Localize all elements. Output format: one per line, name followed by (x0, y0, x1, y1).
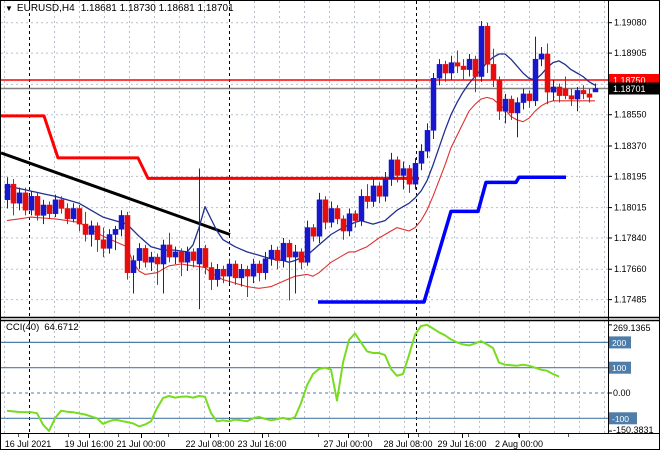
svg-text:1.18370: 1.18370 (614, 141, 647, 151)
svg-text:27 Jul 00:00: 27 Jul 00:00 (323, 439, 372, 449)
indicator-value: 64.6712 (44, 322, 79, 333)
svg-text:1.18550: 1.18550 (614, 110, 647, 120)
current-price-badge: 1.18701 (609, 82, 659, 95)
cci-level-badge: 100 (609, 361, 631, 374)
svg-text:0.00: 0.00 (613, 388, 631, 398)
svg-text:1.18195: 1.18195 (614, 171, 647, 181)
symbol-period-label: EURUSD,H4 (16, 3, 75, 14)
svg-text:1.17660: 1.17660 (614, 264, 647, 274)
svg-text:2 Aug 00:00: 2 Aug 00:00 (495, 439, 543, 449)
svg-text:1.18905: 1.18905 (614, 48, 647, 58)
svg-text:19 Jul 16:00: 19 Jul 16:00 (64, 439, 113, 449)
svg-text:22 Jul 08:00: 22 Jul 08:00 (185, 439, 234, 449)
ohlc-values: 1.18681 1.18730 1.18681 1.18701 (80, 3, 234, 14)
svg-text:1.18701: 1.18701 (613, 84, 646, 94)
cci-level-badge: -100 (609, 412, 637, 425)
svg-text:-100: -100 (612, 414, 629, 424)
svg-text:-150.3831: -150.3831 (613, 425, 654, 435)
svg-text:29 Jul 16:00: 29 Jul 16:00 (437, 439, 486, 449)
svg-text:16 Jul 2021: 16 Jul 2021 (5, 439, 52, 449)
cci-level-badge: 200 (609, 336, 631, 349)
svg-text:1.17485: 1.17485 (614, 295, 647, 305)
svg-text:21 Jul 00:00: 21 Jul 00:00 (116, 439, 165, 449)
svg-text:1.18015: 1.18015 (614, 203, 647, 213)
symbol-dropdown-icon[interactable]: ▼ (5, 4, 13, 13)
chart-canvas[interactable]: 1.19080 1.18905 1.18550 1.18370 1.18195 1.180… (1, 1, 660, 450)
svg-text:269.1365: 269.1365 (613, 323, 651, 333)
svg-text:28 Jul 08:00: 28 Jul 08:00 (383, 439, 432, 449)
svg-text:200: 200 (612, 338, 626, 348)
chart-window: 1.19080 1.18905 1.18550 1.18370 1.18195 1.180… (0, 0, 660, 450)
indicator-label: CCI(40) 64.6712 (6, 322, 79, 334)
svg-text:1.19080: 1.19080 (614, 18, 647, 28)
indicator-name: CCI(40) (6, 322, 40, 333)
chart-title: ▼ EURUSD,H4 1.18681 1.18730 1.18681 1.1870… (5, 3, 234, 15)
svg-text:1.17840: 1.17840 (614, 233, 647, 243)
svg-text:23 Jul 16:00: 23 Jul 16:00 (237, 439, 286, 449)
svg-text:100: 100 (612, 363, 626, 373)
